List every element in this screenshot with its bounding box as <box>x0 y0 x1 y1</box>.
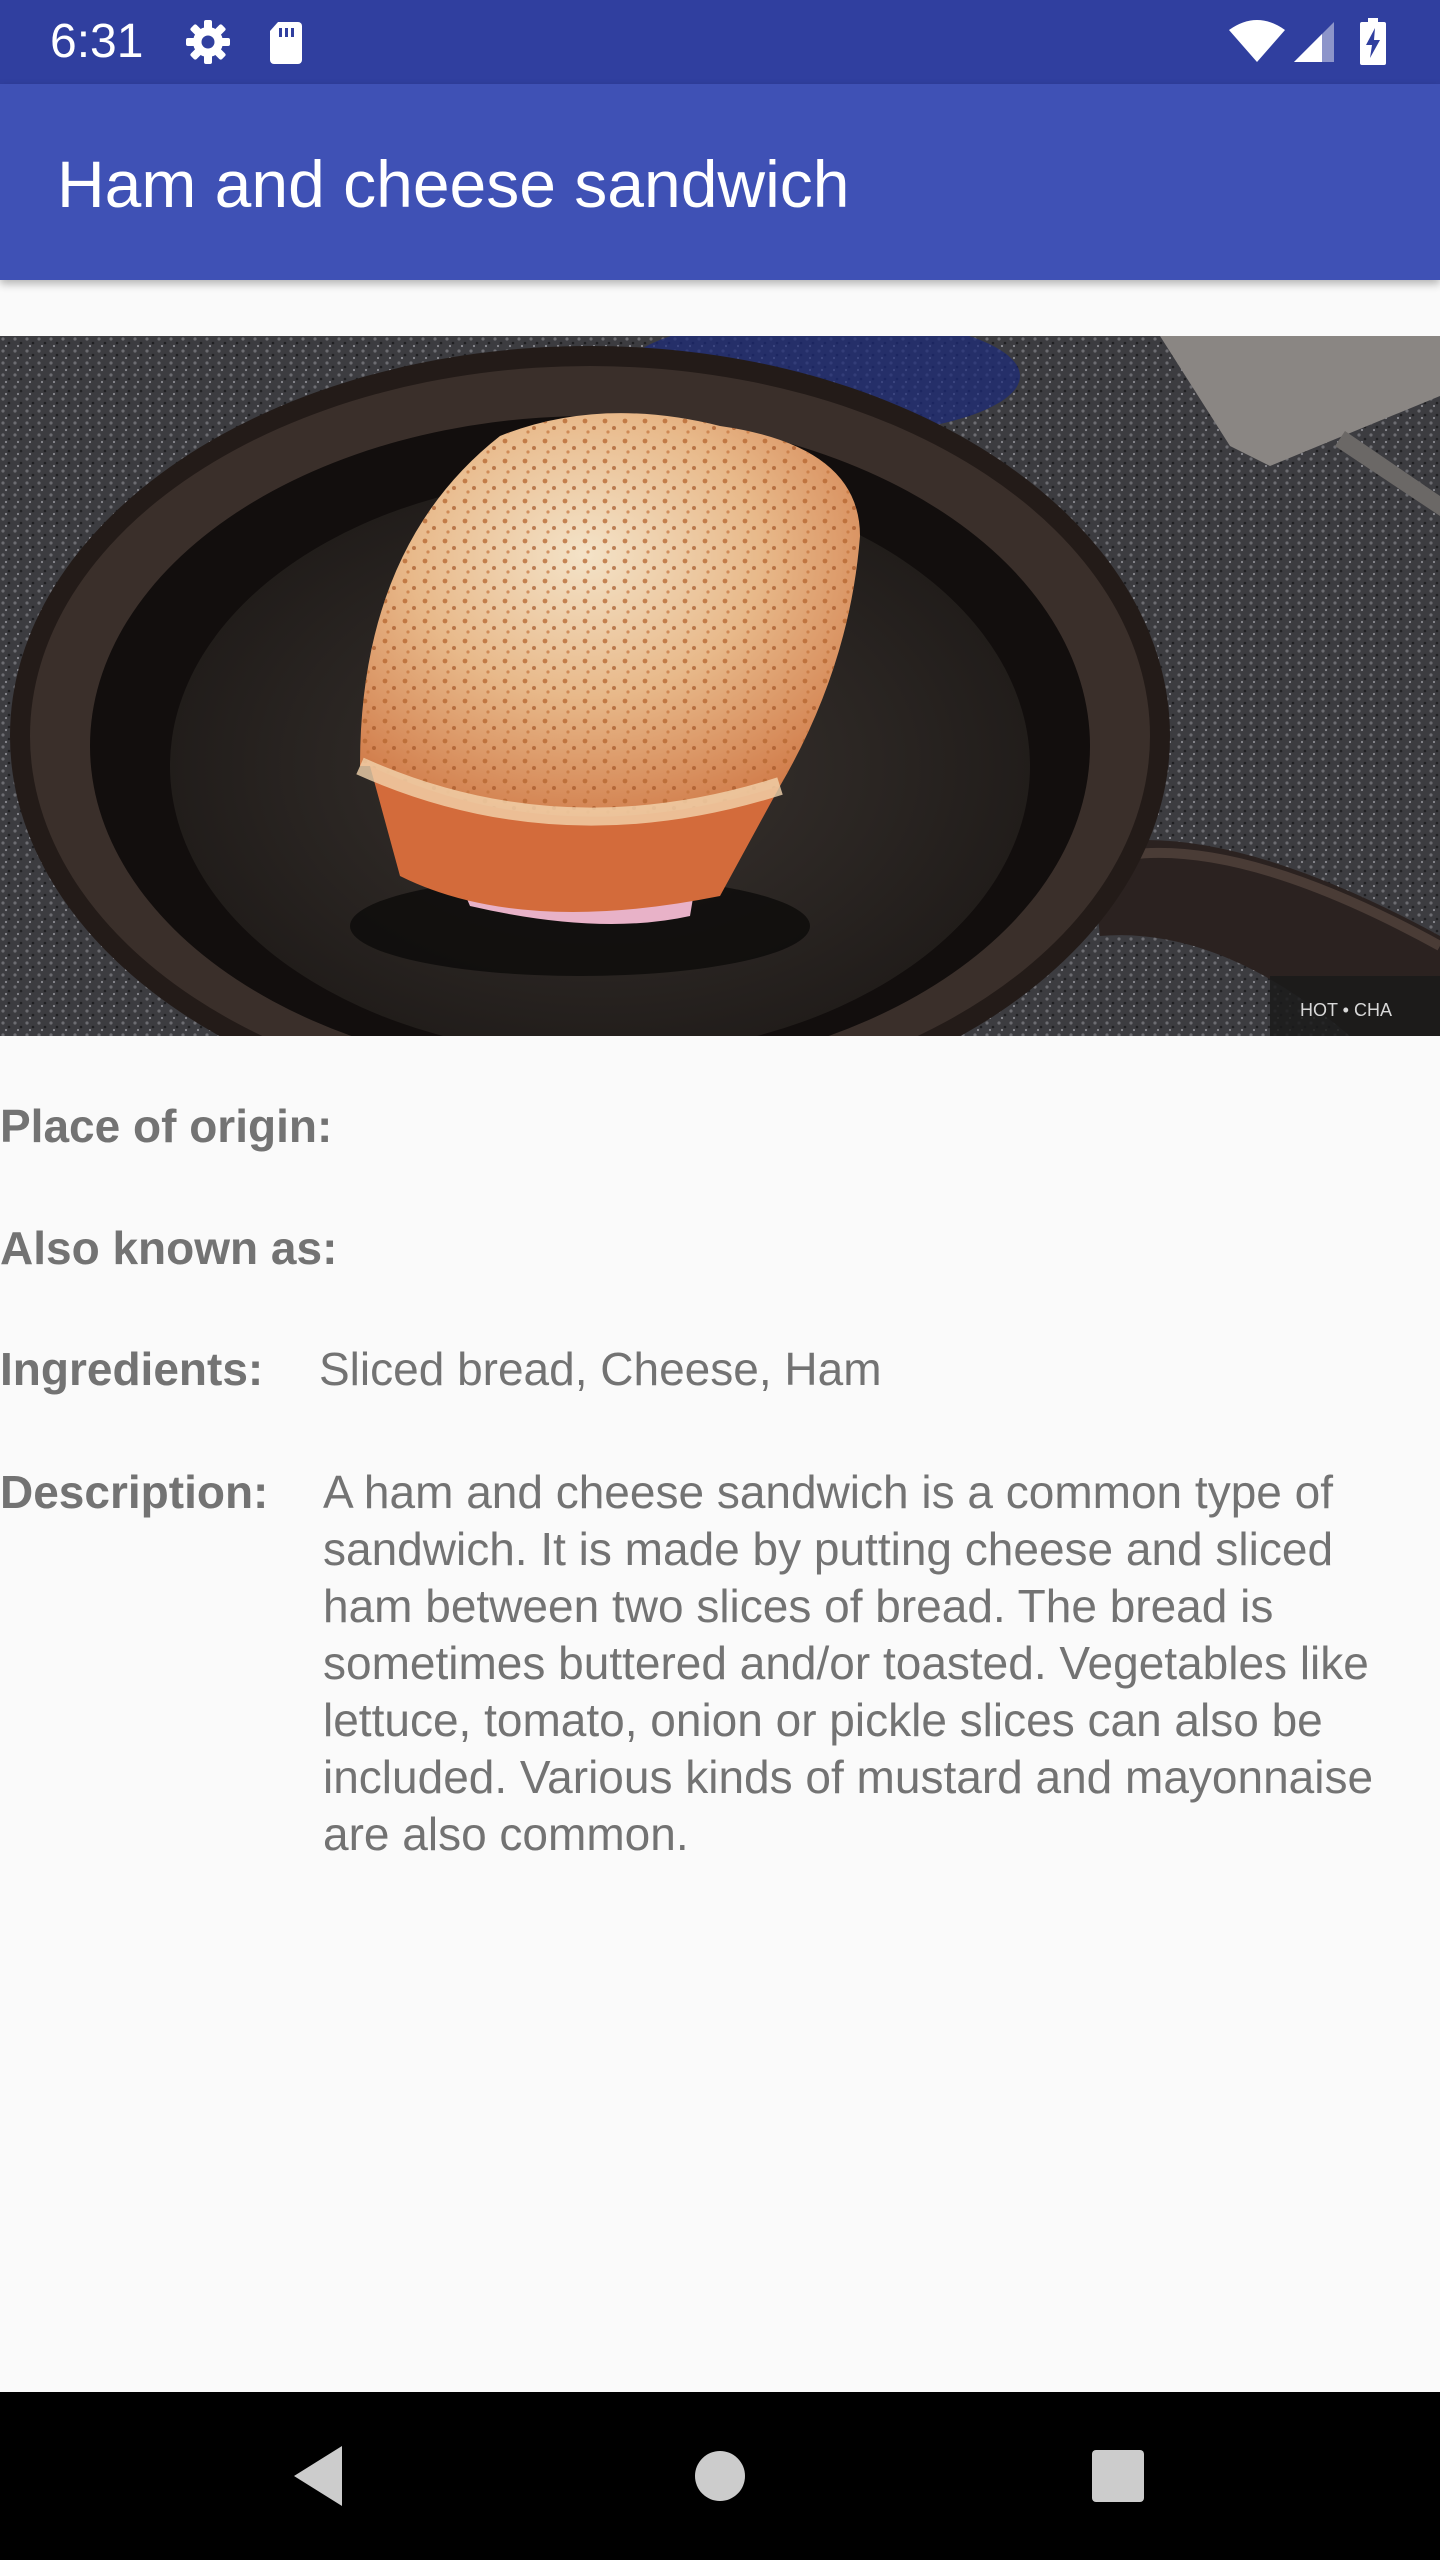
gear-icon <box>184 18 232 66</box>
ingredients-label: Ingredients: <box>0 1343 264 1395</box>
sd-card-icon <box>262 18 310 66</box>
back-icon[interactable] <box>280 2436 360 2516</box>
recents-icon[interactable] <box>1078 2436 1158 2516</box>
wifi-icon <box>1228 18 1286 66</box>
screen: 6:31 Ham and cheese sandwich HOT • CHA P… <box>0 0 1440 2560</box>
place-of-origin-label: Place of origin: <box>0 1100 333 1152</box>
battery-charging-icon <box>1358 18 1388 66</box>
description-label: Description: <box>0 1466 269 1518</box>
also-known-as-label: Also known as: <box>0 1222 338 1274</box>
status-bar: 6:31 <box>0 0 1440 84</box>
navigation-bar <box>0 2392 1440 2560</box>
sandwich-photo: HOT • CHA <box>0 336 1440 1036</box>
home-icon[interactable] <box>680 2436 760 2516</box>
page-title: Ham and cheese sandwich <box>57 147 850 221</box>
status-time: 6:31 <box>50 15 144 68</box>
cell-signal-icon <box>1292 18 1336 66</box>
app-bar: Ham and cheese sandwich <box>0 84 1440 280</box>
description-value: A ham and cheese sandwich is a common ty… <box>323 1466 1374 1860</box>
ingredients-value: Sliced bread, Cheese, Ham <box>319 1343 882 1395</box>
photo-watermark: HOT • CHA <box>1300 1000 1392 1020</box>
